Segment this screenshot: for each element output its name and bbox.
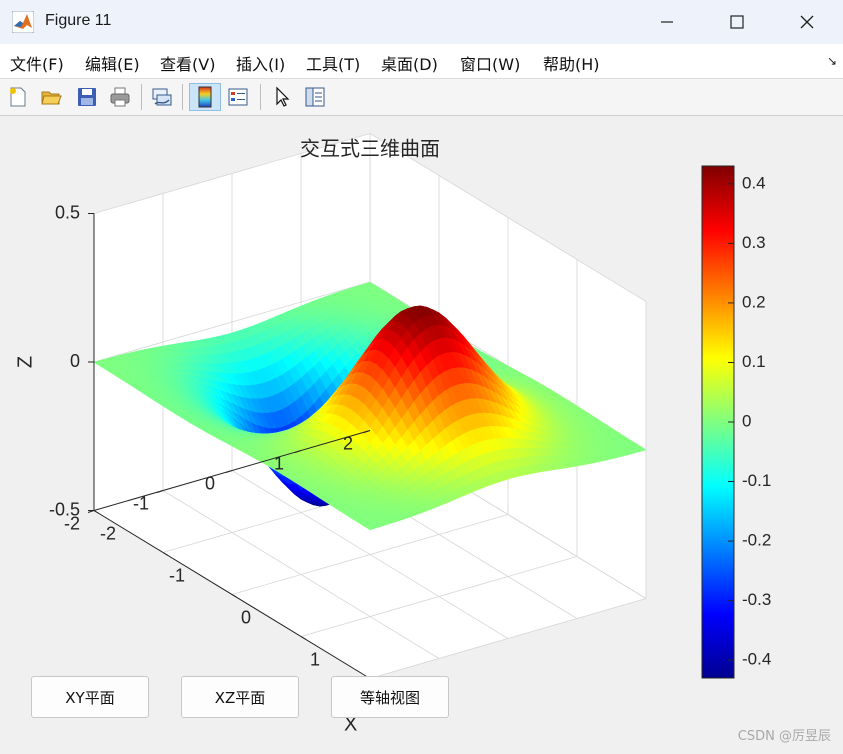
menu-view[interactable]: 查看(V) [160, 51, 215, 75]
colorbar-tick-label: -0.1 [742, 471, 771, 490]
axis-equal-button[interactable]: 等轴视图 [331, 676, 449, 718]
y-tick-label: 2 [343, 433, 353, 453]
new-figure-icon [10, 87, 26, 107]
xz-plane-button[interactable]: XZ平面 [181, 676, 299, 718]
colorbar-tick-label: -0.2 [742, 531, 771, 550]
close-icon [800, 15, 814, 29]
open-icon [41, 91, 62, 105]
property-inspector-button[interactable] [302, 83, 328, 111]
menu-help[interactable]: 帮助(H) [543, 51, 600, 75]
menu-bar: 文件(F) 编辑(E) 查看(V) 插入(I) 工具(T) 桌面(D) 窗口(W… [0, 44, 843, 79]
watermark: CSDN @厉昱辰 [737, 729, 831, 744]
dock-arrow-icon[interactable]: ↘ [827, 54, 837, 68]
colorbar-tick-label: 0.3 [742, 233, 766, 252]
colorbar-tick-label: -0.4 [742, 650, 771, 669]
save-icon [78, 88, 96, 106]
open-button[interactable] [38, 83, 64, 111]
colorbar-tick-label: 0 [742, 411, 751, 430]
y-tick-label: 1 [274, 453, 284, 473]
y-tick-label: -1 [133, 493, 149, 513]
pointer-icon [276, 86, 290, 107]
colorbar-tick-label: 0.4 [742, 173, 766, 192]
window-titlebar: Figure 11 [0, 0, 843, 44]
colorbar-tick-label: 0.1 [742, 352, 766, 371]
menu-insert[interactable]: 插入(I) [236, 51, 285, 75]
maximize-button[interactable] [707, 0, 767, 44]
legend-icon [228, 88, 248, 106]
print-icon [110, 87, 130, 107]
link-plot-button[interactable] [149, 83, 175, 111]
maximize-icon [730, 15, 744, 29]
menu-tools[interactable]: 工具(T) [306, 51, 360, 75]
legend-button[interactable] [225, 83, 251, 111]
window-title: Figure 11 [45, 12, 112, 29]
z-tick-label: 0.5 [55, 202, 80, 222]
toolbar-separator [182, 84, 183, 110]
colorbar-tick-label: -0.3 [742, 590, 771, 609]
menu-file[interactable]: 文件(F) [10, 51, 64, 75]
minimize-icon [661, 21, 673, 23]
xy-plane-button[interactable]: XY平面 [31, 676, 149, 718]
x-tick-label: -1 [169, 565, 185, 585]
toolbar-separator [141, 84, 142, 110]
z-tick-label: 0 [70, 351, 80, 371]
menu-desktop[interactable]: 桌面(D) [381, 51, 438, 75]
close-button[interactable] [777, 0, 837, 44]
pointer-button[interactable] [269, 83, 295, 111]
new-figure-button[interactable] [5, 83, 31, 111]
colorbar-tick-label: 0.2 [742, 292, 766, 311]
colorbar-button[interactable] [189, 83, 221, 111]
colorbar-icon [198, 86, 212, 108]
save-button[interactable] [74, 83, 100, 111]
minimize-button[interactable] [637, 0, 697, 44]
property-inspector-icon [305, 87, 325, 107]
figure-canvas[interactable]: -2-1012-2-1012-0.500.5XZ交互式三维曲面 0.40.30.… [0, 116, 843, 750]
figure-toolbar [0, 79, 843, 116]
x-tick-label: 1 [310, 649, 320, 669]
toolbar-separator [260, 84, 261, 110]
y-tick-label: 0 [205, 473, 215, 493]
print-button[interactable] [107, 83, 133, 111]
surface-plot[interactable]: -2-1012-2-1012-0.500.5XZ交互式三维曲面 0.40.30.… [0, 116, 843, 750]
link-plot-icon [152, 88, 172, 106]
menu-window[interactable]: 窗口(W) [460, 51, 520, 75]
matlab-logo-icon [12, 11, 34, 33]
z-tick-label: -0.5 [49, 499, 80, 519]
x-tick-label: 0 [241, 607, 251, 627]
plot-title: 交互式三维曲面 [300, 137, 440, 161]
menu-edit[interactable]: 编辑(E) [85, 51, 140, 75]
x-tick-label: -2 [100, 523, 116, 543]
z-axis-label: Z [14, 356, 36, 368]
